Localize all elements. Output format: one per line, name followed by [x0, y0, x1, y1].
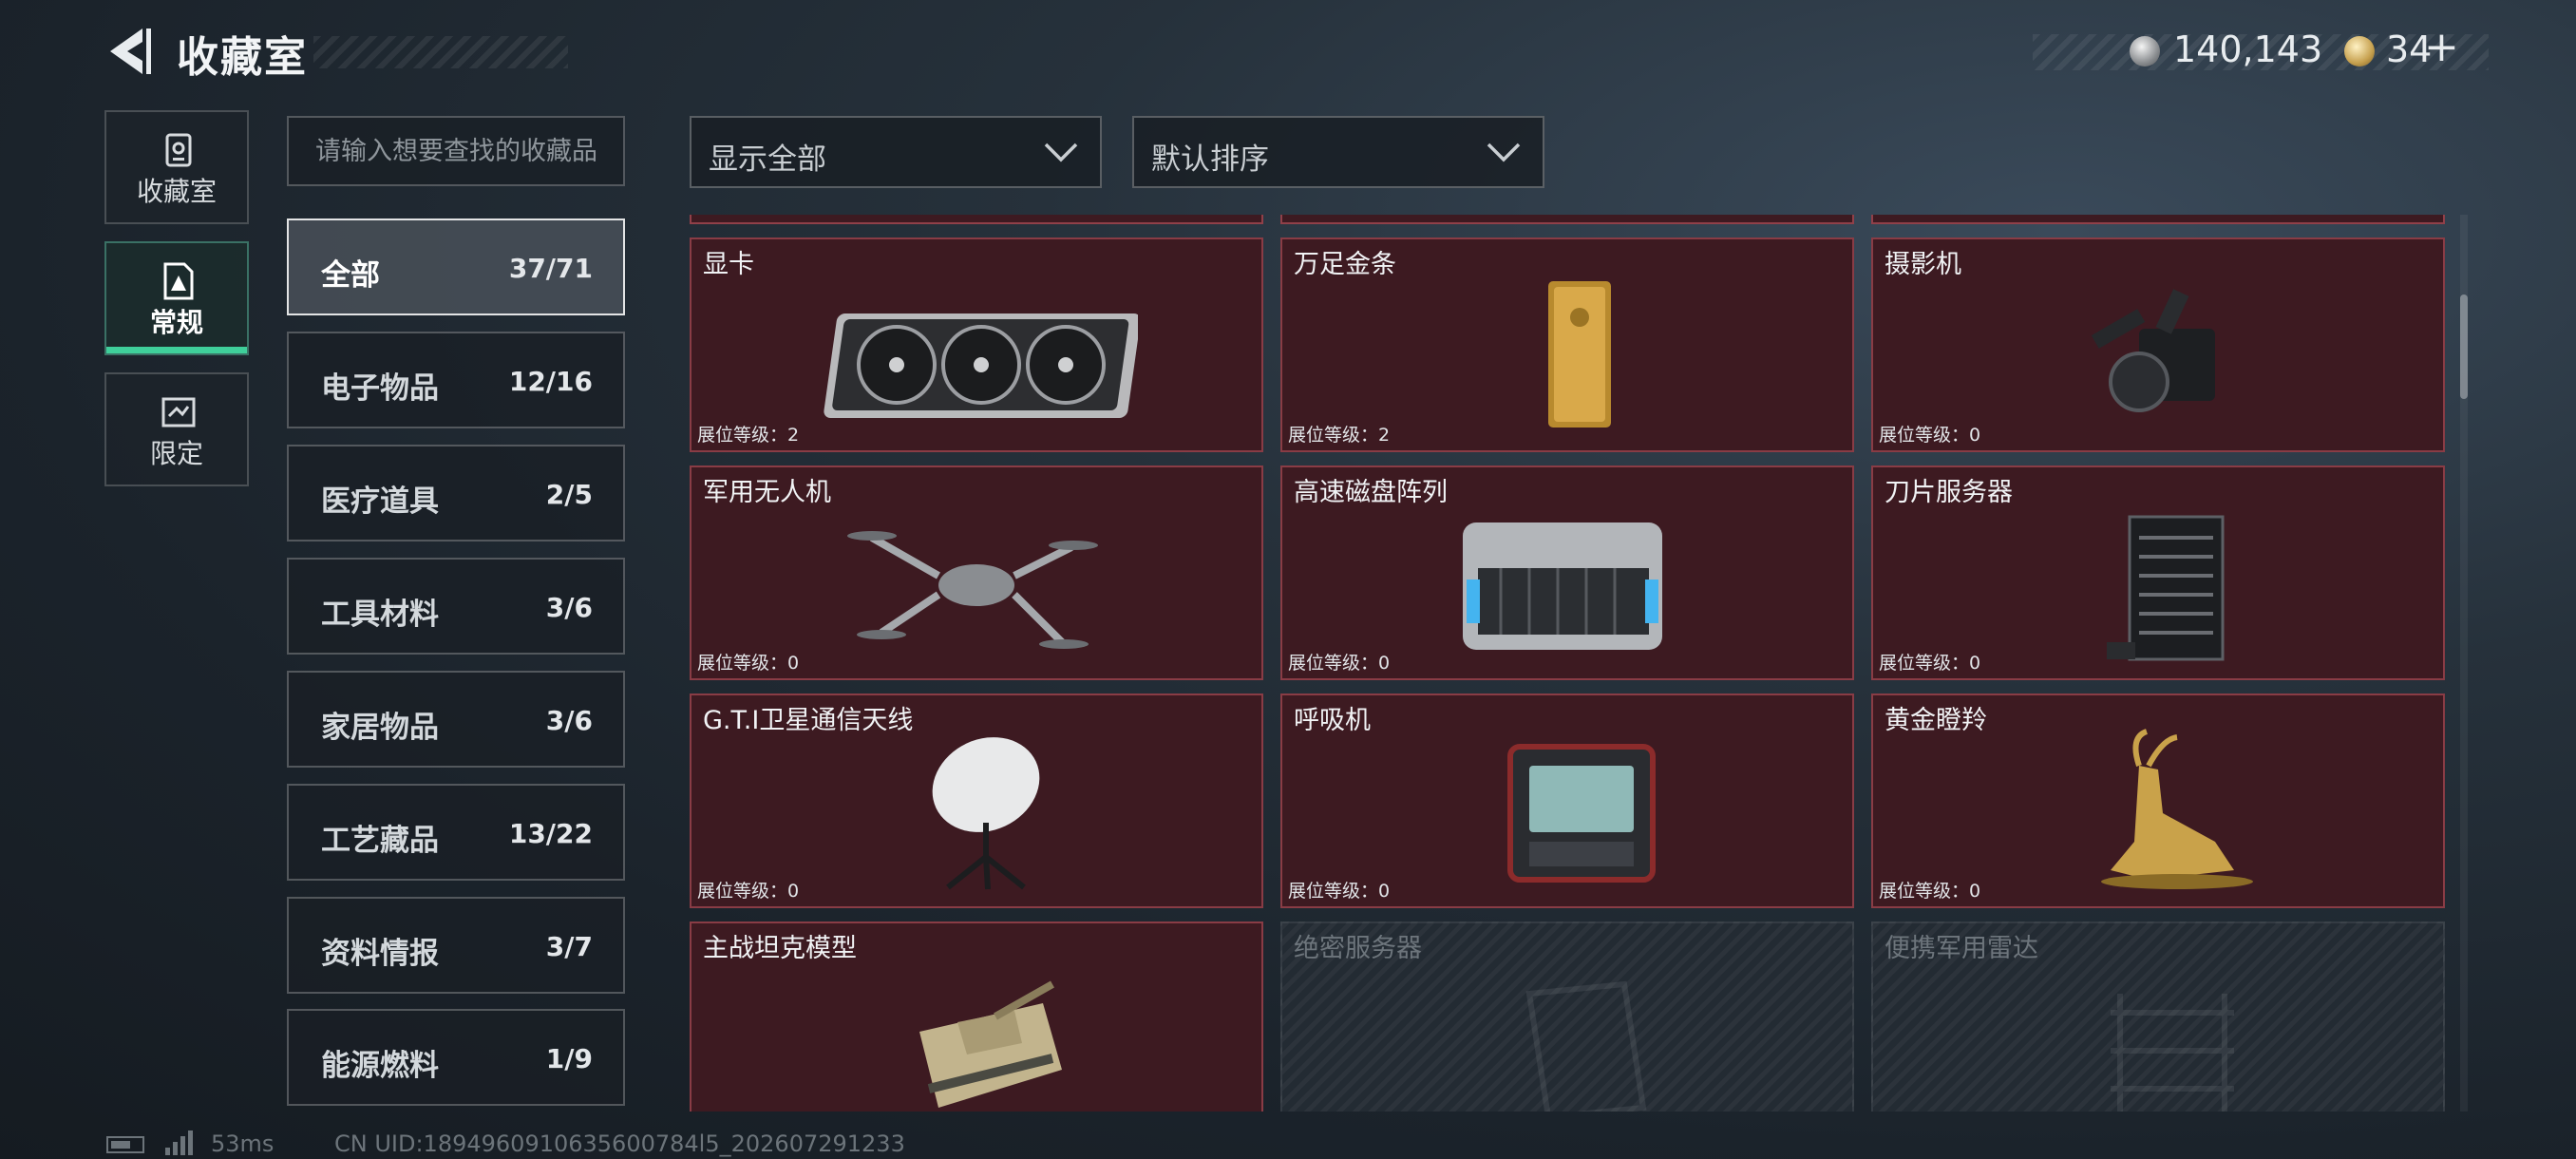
item-level: 展位等级：0: [1879, 425, 1981, 446]
item-name: 绝密服务器: [1294, 934, 1422, 963]
item-card-blade-server[interactable]: 刀片服务器 展位等级：0: [1871, 466, 2445, 680]
category-tools[interactable]: 工具材料 3/6: [287, 558, 625, 655]
item-level: 展位等级：0: [1288, 653, 1391, 674]
golden-gazelle-icon: [2101, 729, 2253, 889]
radar-icon: [2111, 994, 2234, 1112]
active-tab-indicator: [106, 347, 247, 353]
page-title: 收藏室: [177, 33, 308, 82]
item-level: 展位等级：0: [1879, 881, 1981, 902]
category-crafts[interactable]: 工艺藏品 13/22: [287, 784, 625, 881]
filter-dropdown-value: 显示全部: [709, 142, 826, 177]
category-count: 12/16: [508, 366, 593, 397]
item-card-top-secret-server[interactable]: 绝密服务器: [1280, 922, 1854, 1112]
tank-model-icon: [919, 980, 1062, 1108]
satellite-antenna-icon: [932, 737, 1040, 890]
gold-bar-icon: [1548, 281, 1611, 428]
category-name: 电子物品: [321, 371, 439, 406]
category-count: 13/22: [508, 818, 593, 849]
category-name: 医疗道具: [321, 484, 439, 519]
category-count: 37/71: [508, 253, 593, 284]
nav-tab-collection-room[interactable]: 收藏室: [104, 110, 249, 224]
category-name: 全部: [321, 258, 380, 293]
item-card-satellite-antenna[interactable]: G.T.I卫星通信天线 展位等级：0: [690, 694, 1263, 908]
collection-grid: 显卡 展位等级：2 万足金条 展位等级：2 摄影机 展位等级：0 军用无人机 展…: [690, 215, 2445, 1112]
category-intel[interactable]: 资料情报 3/7: [287, 897, 625, 994]
category-count: 3/6: [545, 705, 593, 736]
item-level: 展位等级：0: [1288, 881, 1391, 902]
category-name: 工具材料: [321, 598, 439, 632]
ventilator-icon: [1507, 744, 1656, 883]
item-name: 呼吸机: [1294, 706, 1371, 735]
filter-dropdown[interactable]: 显示全部: [690, 116, 1102, 188]
category-name: 家居物品: [321, 711, 439, 745]
chevron-down-icon: [1044, 142, 1078, 162]
item-name: 军用无人机: [703, 478, 831, 507]
item-card-gold-bar[interactable]: 万足金条 展位等级：2: [1280, 238, 1854, 452]
regular-icon: [163, 262, 194, 300]
category-name: 工艺藏品: [321, 824, 439, 858]
item-card-camera[interactable]: 摄影机 展位等级：0: [1871, 238, 2445, 452]
item-level: 展位等级：0: [697, 881, 800, 902]
chevron-down-icon: [1487, 142, 1521, 162]
battery-icon: [106, 1136, 144, 1153]
item-card-drone[interactable]: 军用无人机 展位等级：0: [690, 466, 1263, 680]
title-decoration: [313, 36, 568, 68]
category-electronics[interactable]: 电子物品 12/16: [287, 332, 625, 428]
category-all[interactable]: 全部 37/71: [287, 218, 625, 315]
category-count: 2/5: [545, 479, 593, 510]
previous-row-edge: [1871, 215, 2445, 224]
blade-server-icon: [2107, 515, 2225, 661]
previous-row-edge: [690, 215, 1263, 224]
category-count: 1/9: [545, 1043, 593, 1074]
nav-tab-label: 限定: [149, 438, 203, 469]
graphics-card-icon: [824, 314, 1138, 418]
sort-dropdown[interactable]: 默认排序: [1132, 116, 1544, 188]
disk-array-icon: [1463, 522, 1662, 650]
item-card-golden-gazelle[interactable]: 黄金瞪羚 展位等级：0: [1871, 694, 2445, 908]
item-level: 展位等级：0: [697, 653, 800, 674]
category-energy[interactable]: 能源燃料 1/9: [287, 1009, 625, 1106]
signal-icon: [165, 1130, 193, 1155]
item-name: 显卡: [703, 250, 754, 279]
category-name: 能源燃料: [321, 1049, 439, 1083]
drone-icon: [847, 531, 1098, 649]
silver-coin-icon: [2130, 36, 2160, 66]
item-level: 展位等级：2: [697, 425, 800, 446]
category-count: 3/6: [545, 592, 593, 623]
search-input[interactable]: [287, 116, 625, 186]
category-medical[interactable]: 医疗道具 2/5: [287, 445, 625, 542]
nav-tab-label: 常规: [149, 307, 203, 338]
uid-readout: CN UID:1894960910635600784l5_20260729123…: [334, 1130, 905, 1157]
item-name: 万足金条: [1294, 250, 1396, 279]
server-icon: [1525, 980, 1647, 1112]
nav-tab-regular[interactable]: 常规: [104, 241, 249, 355]
ping-readout: 53ms: [211, 1130, 275, 1157]
item-name: 摄影机: [1885, 250, 1961, 279]
item-card-portable-radar[interactable]: 便携军用雷达: [1871, 922, 2445, 1112]
limited-icon: [161, 397, 196, 428]
category-household[interactable]: 家居物品 3/6: [287, 671, 625, 768]
camera-icon: [2091, 289, 2215, 412]
item-name: 黄金瞪羚: [1885, 706, 1987, 735]
add-currency-button[interactable]: +: [2424, 23, 2459, 71]
silver-amount: 140,143: [2173, 28, 2323, 70]
back-icon[interactable]: [104, 25, 152, 78]
collection-room-icon: [165, 133, 192, 167]
item-card-graphics-card[interactable]: 显卡 展位等级：2: [690, 238, 1263, 452]
previous-row-edge: [1280, 215, 1854, 224]
nav-tab-label: 收藏室: [136, 176, 217, 207]
item-card-tank-model[interactable]: 主战坦克模型: [690, 922, 1263, 1112]
item-card-disk-array[interactable]: 高速磁盘阵列 展位等级：0: [1280, 466, 1854, 680]
grid-scroll-thumb[interactable]: [2460, 294, 2468, 399]
item-name: 刀片服务器: [1885, 478, 2013, 507]
item-card-ventilator[interactable]: 呼吸机 展位等级：0: [1280, 694, 1854, 908]
item-level: 展位等级：2: [1288, 425, 1391, 446]
category-count: 3/7: [545, 931, 593, 962]
gold-coin-icon: [2344, 36, 2375, 66]
nav-tab-limited[interactable]: 限定: [104, 372, 249, 486]
sort-dropdown-value: 默认排序: [1151, 142, 1269, 177]
item-level: 展位等级：0: [1879, 653, 1981, 674]
category-name: 资料情报: [321, 937, 439, 971]
